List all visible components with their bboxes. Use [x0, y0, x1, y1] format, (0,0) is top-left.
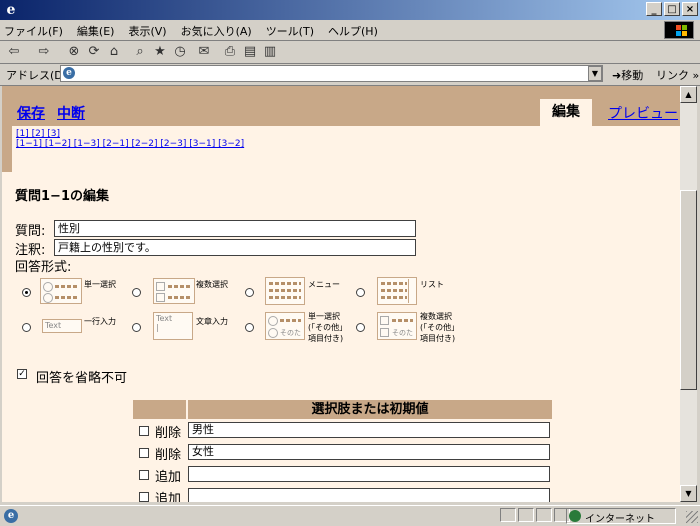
option-input-1[interactable]: 男性 [188, 422, 550, 438]
option-checkbox-1[interactable] [139, 426, 149, 436]
required-checkbox[interactable]: ✓ [17, 369, 27, 379]
page-nav-links[interactable]: [1] [2] [3] [16, 129, 60, 139]
forward-icon[interactable]: ⇨ [36, 44, 52, 60]
minimize-button[interactable]: _ [646, 2, 662, 16]
page-title: 質問1−1の編集 [15, 189, 109, 204]
options-header: 選択肢または初期値 [188, 400, 552, 419]
discuss-icon[interactable]: ▥ [262, 44, 278, 60]
menu-help[interactable]: ヘルプ(H) [328, 23, 378, 39]
address-bar: アドレス(D) e ▼ ➜移動 リンク » [0, 63, 700, 86]
refresh-icon[interactable]: ⟳ [86, 44, 102, 60]
format-multi-label: 複数選択 [196, 280, 228, 289]
page-content: 保存 中断 編集 プレビュー [1] [2] [3] [1−1] [1−2] [… [2, 86, 680, 502]
zone-label: インターネット [585, 514, 655, 525]
multi-choice-thumb [153, 278, 195, 304]
edit-icon[interactable]: ▤ [242, 44, 258, 60]
title-bar: e _ □ × [0, 0, 700, 20]
option-input-3[interactable] [188, 466, 550, 482]
go-arrow-icon: ➜ [612, 69, 622, 82]
vertical-scrollbar[interactable]: ▲ ▼ [680, 86, 697, 502]
question-label: 質問: [15, 224, 46, 239]
zone-indicator: インターネット [566, 508, 676, 525]
ie-logo-icon: e [6, 2, 16, 18]
format-radio-multi-other[interactable] [356, 323, 365, 332]
status-bar: e インターネット [0, 505, 700, 526]
option-checkbox-3[interactable] [139, 470, 149, 480]
format-radio-line[interactable] [22, 323, 31, 332]
back-icon[interactable]: ⇦ [6, 44, 22, 60]
option-input-4[interactable] [188, 488, 550, 502]
abort-link[interactable]: 中断 [57, 103, 85, 123]
menu-edit[interactable]: 編集(E) [77, 23, 115, 39]
list-thumb [377, 277, 417, 305]
format-radio-list[interactable] [356, 288, 365, 297]
format-single-other-label: 単一選択 (「その他」 項目付き) [308, 312, 348, 343]
question-nav-links[interactable]: [1−1] [1−2] [1−3] [2−1] [2−2] [2−3] [3−1… [16, 139, 244, 149]
format-list-label: リスト [420, 280, 444, 289]
home-icon[interactable]: ⌂ [106, 44, 122, 60]
format-menu-label: メニュー [308, 280, 340, 289]
status-page-icon: e [4, 509, 18, 523]
format-line-label: 一行入力 [84, 317, 116, 326]
single-other-thumb: そのた [265, 312, 305, 340]
single-choice-thumb [40, 278, 82, 304]
maximize-button[interactable]: □ [664, 2, 680, 16]
print-icon[interactable]: ⎙ [222, 44, 238, 60]
option-action-label-1: 削除 [155, 426, 182, 441]
address-input[interactable]: e [60, 65, 603, 82]
menu-favorites[interactable]: お気に入り(A) [181, 23, 252, 39]
scroll-up-button[interactable]: ▲ [680, 86, 697, 103]
links-button[interactable]: リンク » [656, 67, 699, 83]
address-dropdown-button[interactable]: ▼ [588, 66, 602, 81]
close-button[interactable]: × [682, 2, 698, 16]
format-multi-other-label: 複数選択 (「その他」 項目付き) [420, 312, 460, 343]
option-action-label-4: 追加 [155, 492, 182, 502]
format-radio-single[interactable] [22, 288, 31, 297]
option-checkbox-2[interactable] [139, 448, 149, 458]
scroll-down-button[interactable]: ▼ [680, 485, 697, 502]
nav-band [12, 126, 680, 172]
tab-preview[interactable]: プレビュー [608, 103, 678, 123]
options-header-blank [133, 400, 186, 419]
history-icon[interactable]: ◷ [172, 44, 188, 60]
favorites-icon[interactable]: ★ [152, 44, 168, 60]
address-label: アドレス(D) [6, 69, 68, 82]
windows-logo-icon [664, 21, 694, 39]
page-icon: e [63, 67, 75, 79]
menu-bar: ファイル(F) 編集(E) 表示(V) お気に入り(A) ツール(T) ヘルプ(… [0, 20, 700, 41]
stop-icon[interactable]: ⊗ [66, 44, 82, 60]
multi-other-thumb: そのた [377, 312, 417, 340]
format-radio-menu[interactable] [245, 288, 254, 297]
search-icon[interactable]: ⌕ [132, 44, 148, 60]
toolbar: ⇦ ⇨ ⊗ ⟳ ⌂ ⌕ ★ ◷ ✉ ⎙ ▤ ▥ [0, 41, 700, 64]
mail-icon[interactable]: ✉ [196, 44, 212, 60]
required-label: 回答を省略不可 [36, 371, 128, 386]
note-input[interactable]: 戸籍上の性別です。 [54, 239, 416, 256]
go-button[interactable]: ➜移動 [612, 67, 643, 83]
tab-edit[interactable]: 編集 [540, 99, 592, 126]
menu-file[interactable]: ファイル(F) [4, 23, 63, 39]
status-panes [500, 508, 570, 522]
format-radio-text[interactable] [132, 323, 141, 332]
resize-grip-icon[interactable] [686, 511, 698, 523]
option-input-2[interactable]: 女性 [188, 444, 550, 460]
option-action-label-2: 削除 [155, 448, 182, 463]
option-action-label-3: 追加 [155, 470, 182, 485]
format-label: 回答形式: [15, 260, 72, 275]
save-link[interactable]: 保存 [17, 103, 45, 123]
menu-tools[interactable]: ツール(T) [266, 23, 314, 39]
option-checkbox-4[interactable] [139, 492, 149, 502]
internet-globe-icon [569, 510, 581, 522]
question-input[interactable]: 性別 [54, 220, 416, 237]
text-area-thumb: Text | [153, 312, 193, 340]
format-radio-multi[interactable] [132, 288, 141, 297]
menu-view[interactable]: 表示(V) [128, 23, 166, 39]
menu-thumb [265, 277, 305, 305]
scroll-thumb[interactable] [680, 190, 697, 390]
format-text-label: 文章入力 [196, 317, 228, 326]
format-radio-single-other[interactable] [245, 323, 254, 332]
line-input-thumb: Text [42, 319, 82, 333]
format-single-label: 単一選択 [84, 280, 116, 289]
